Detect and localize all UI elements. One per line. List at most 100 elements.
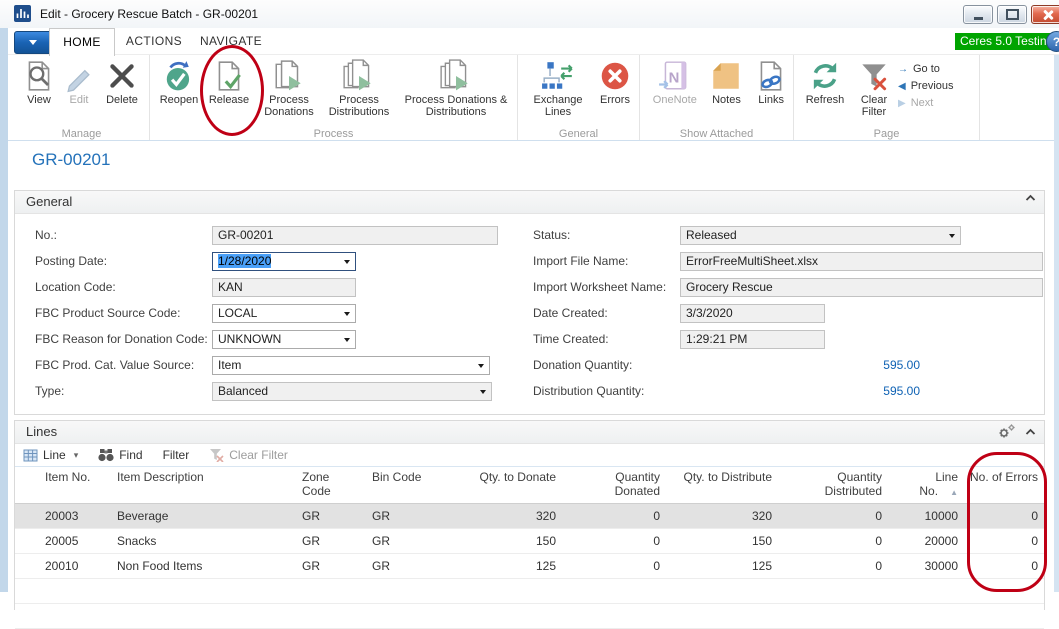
reopen-button[interactable]: Reopen xyxy=(156,58,202,106)
table-cell: 0 xyxy=(562,528,666,553)
table-row[interactable]: 20010Non Food ItemsGRGR12501250300000 xyxy=(15,553,1044,578)
donation-quantity-value[interactable]: 595.00 xyxy=(680,358,920,372)
lines-fasttab-header[interactable]: Lines xyxy=(15,421,1044,444)
table-cell: 30000 xyxy=(888,553,964,578)
process-donations-distributions-icon xyxy=(439,59,473,93)
delete-button[interactable]: Delete xyxy=(98,58,146,106)
dropdown-arrow-icon[interactable] xyxy=(344,260,350,264)
column-header[interactable]: Line No.▲ xyxy=(888,467,964,503)
fbc-prod-cat-field[interactable]: Item xyxy=(212,356,490,375)
table-cell: 10000 xyxy=(888,503,964,528)
time-created-label: Time Created: xyxy=(533,332,680,346)
previous-label: Previous xyxy=(911,80,954,92)
errors-icon xyxy=(598,59,632,93)
general-fasttab-header[interactable]: General xyxy=(15,191,1044,214)
table-cell: 0 xyxy=(778,503,888,528)
collapse-chevron-icon[interactable] xyxy=(1025,194,1036,202)
tab-navigate[interactable]: NAVIGATE xyxy=(193,28,269,55)
table-cell: 0 xyxy=(964,528,1044,553)
dropdown-arrow-icon[interactable] xyxy=(478,364,484,368)
empty-cell xyxy=(964,603,1044,628)
maximize-button[interactable] xyxy=(997,5,1027,24)
empty-row xyxy=(15,603,1044,628)
release-icon xyxy=(212,59,246,93)
group-label-page: Page xyxy=(794,128,979,140)
collapse-chevron-icon[interactable] xyxy=(1025,428,1036,436)
general-left-column: No.: GR-00201 Posting Date: 1/28/2020 Lo… xyxy=(35,222,498,404)
window-title: Edit - Grocery Rescue Batch - GR-00201 xyxy=(40,7,258,21)
empty-cell xyxy=(666,578,778,603)
process-distributions-button[interactable]: Process Distributions xyxy=(322,58,396,119)
line-menu-label: Line xyxy=(43,448,66,462)
table-cell: 150 xyxy=(666,528,778,553)
exchange-lines-button[interactable]: Exchange Lines xyxy=(524,58,592,119)
line-menu-button[interactable]: Line ▾ xyxy=(23,448,78,463)
process-donations-icon xyxy=(272,59,306,93)
application-menu-button[interactable] xyxy=(14,31,52,54)
column-header[interactable]: Zone Code xyxy=(296,467,366,503)
column-header[interactable]: Item Description xyxy=(111,467,296,503)
column-header[interactable]: Quantity Donated xyxy=(562,467,666,503)
notes-button[interactable]: Notes xyxy=(704,58,750,106)
empty-cell xyxy=(296,578,366,603)
table-cell: 0 xyxy=(964,553,1044,578)
dropdown-arrow-icon[interactable] xyxy=(344,312,350,316)
column-header[interactable]: Quantity Distributed xyxy=(778,467,888,503)
edit-label: Edit xyxy=(70,94,89,106)
fbc-reason-field[interactable]: UNKNOWN xyxy=(212,330,356,349)
no-label: No.: xyxy=(35,228,212,242)
table-row[interactable]: 20003BeverageGRGR32003200100000 xyxy=(15,503,1044,528)
empty-cell xyxy=(366,603,444,628)
previous-button[interactable]: ◀Previous xyxy=(898,80,970,92)
tab-home[interactable]: HOME xyxy=(49,28,115,56)
general-header-label: General xyxy=(26,194,72,209)
ribbon-group-manage: View Edit Delete Manage xyxy=(14,55,150,140)
table-cell: GR xyxy=(296,553,366,578)
table-cell: 150 xyxy=(444,528,562,553)
dropdown-arrow-icon[interactable] xyxy=(344,338,350,342)
group-label-manage: Manage xyxy=(14,128,149,140)
group-label-show-attached: Show Attached xyxy=(640,128,793,140)
process-donations-button[interactable]: Process Donations xyxy=(256,58,322,119)
posting-date-field[interactable]: 1/28/2020 xyxy=(212,252,356,271)
notes-label: Notes xyxy=(712,94,741,106)
binoculars-icon xyxy=(98,448,114,462)
table-row[interactable]: 20005SnacksGRGR15001500200000 xyxy=(15,528,1044,553)
filter-label: Filter xyxy=(163,448,190,462)
process-donations-distributions-button[interactable]: Process Donations & Distributions xyxy=(396,58,516,119)
goto-button[interactable]: →Go to xyxy=(898,63,970,75)
table-cell: 320 xyxy=(666,503,778,528)
table-cell: Non Food Items xyxy=(111,553,296,578)
distribution-quantity-value[interactable]: 595.00 xyxy=(680,384,920,398)
distribution-quantity-label: Distribution Quantity: xyxy=(533,384,680,398)
column-header[interactable]: Qty. to Distribute xyxy=(666,467,778,503)
empty-cell xyxy=(666,603,778,628)
column-header[interactable]: Item No. xyxy=(15,467,111,503)
column-header[interactable]: Qty. to Donate xyxy=(444,467,562,503)
next-label: Next xyxy=(911,97,934,109)
column-header[interactable]: No. of Errors xyxy=(964,467,1044,503)
fbc-product-source-label: FBC Product Source Code: xyxy=(35,306,212,320)
refresh-button[interactable]: Refresh xyxy=(800,58,850,106)
release-button[interactable]: Release xyxy=(202,58,256,106)
links-button[interactable]: Links xyxy=(749,58,793,106)
edit-button: Edit xyxy=(60,58,98,106)
close-button[interactable] xyxy=(1031,5,1059,24)
page-nav-stack: →Go to ◀Previous ▶Next xyxy=(898,58,970,109)
table-cell: 0 xyxy=(778,553,888,578)
dropdown-arrow-icon xyxy=(949,234,955,238)
clear-filter-button[interactable]: Clear Filter xyxy=(850,58,898,119)
tab-actions[interactable]: ACTIONS xyxy=(121,28,187,55)
column-header[interactable]: Bin Code xyxy=(366,467,444,503)
fbc-product-source-field[interactable]: LOCAL xyxy=(212,304,356,323)
table-cell: 0 xyxy=(562,553,666,578)
errors-button[interactable]: Errors xyxy=(592,58,638,106)
minimize-button[interactable] xyxy=(963,5,993,24)
view-button[interactable]: View xyxy=(18,58,60,106)
type-field: Balanced xyxy=(212,382,492,401)
customize-gear-icon[interactable] xyxy=(998,424,1015,439)
general-fasttab: General No.: GR-00201 Posting Date: 1/28… xyxy=(14,190,1045,415)
find-button[interactable]: Find xyxy=(98,448,142,462)
filter-button[interactable]: Filter xyxy=(163,448,190,462)
empty-cell xyxy=(444,578,562,603)
